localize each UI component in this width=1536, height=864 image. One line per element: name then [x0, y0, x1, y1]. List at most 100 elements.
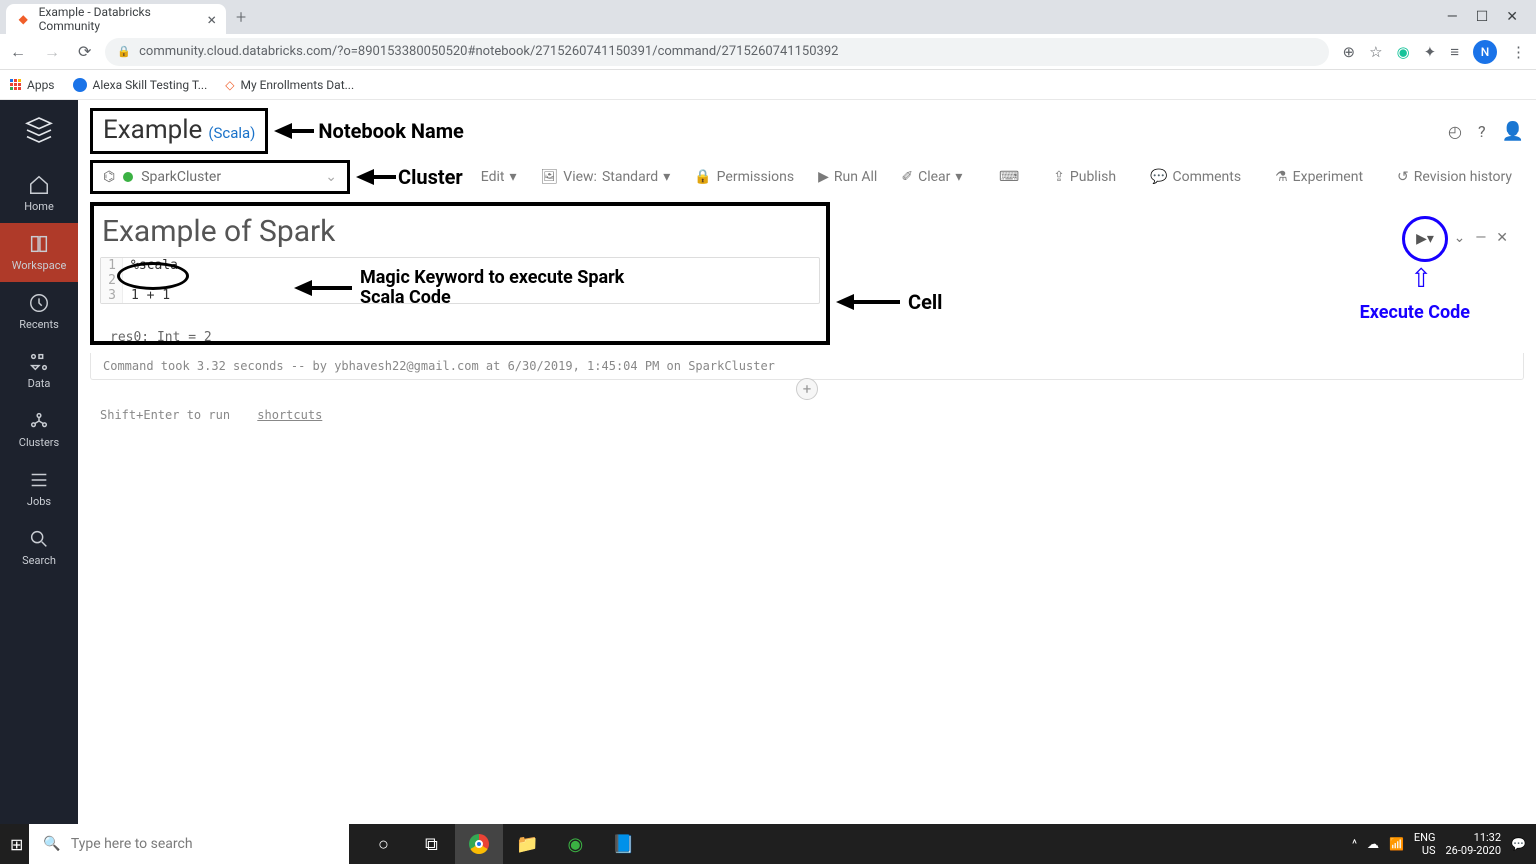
start-button[interactable]: ⊞ — [10, 835, 23, 854]
annotation-magic-keyword: Magic Keyword to execute Spark Scala Cod… — [360, 268, 640, 308]
notebook-title-box[interactable]: Example (Scala) — [90, 108, 268, 154]
comments-button[interactable]: 💬Comments — [1138, 169, 1253, 185]
sidebar-item-label: Recents — [19, 318, 59, 331]
annotation-cell: Cell — [908, 290, 942, 314]
minimize-cell-icon[interactable]: — — [1475, 230, 1486, 246]
line-number: 3 — [101, 288, 123, 303]
new-tab-button[interactable]: + — [236, 7, 246, 28]
annotation-cluster: Cluster — [398, 165, 463, 189]
cluster-tree-icon: ⌬ — [103, 169, 115, 185]
locale-label: US — [1414, 844, 1436, 857]
sidebar-item-jobs[interactable]: Jobs — [0, 459, 78, 518]
star-icon[interactable]: ☆ — [1369, 43, 1382, 61]
view-menu[interactable]: 🖼 View: Standard▾ — [529, 169, 683, 185]
bookmark-alexa[interactable]: Alexa Skill Testing T... — [73, 78, 208, 92]
experiment-button[interactable]: ⚗ Experiment — [1263, 169, 1375, 185]
wifi-icon[interactable]: 📶 — [1389, 837, 1404, 851]
app-icon[interactable]: ◉ — [551, 824, 599, 864]
search-icon: 🔍 — [43, 836, 60, 852]
permissions-button[interactable]: 🔒 Permissions — [682, 169, 806, 185]
sidebar: Home Workspace Recents Data Clusters Job… — [0, 100, 78, 864]
run-hint: Shift+Enter to run — [100, 408, 230, 422]
run-all-button[interactable]: ▶ Run All — [806, 169, 889, 185]
bookmark-icon — [73, 78, 87, 92]
file-explorer-icon[interactable]: 📁 — [503, 824, 551, 864]
clear-menu[interactable]: ✐ Clear▾ — [889, 169, 974, 185]
add-cell-button[interactable]: + — [796, 378, 818, 400]
bookmark-enroll[interactable]: ◇ My Enrollments Dat... — [225, 78, 354, 92]
task-view-icon[interactable]: ⧉ — [407, 824, 455, 864]
sidebar-item-workspace[interactable]: Workspace — [0, 223, 78, 282]
back-icon[interactable]: ← — [10, 42, 26, 62]
cell- is-heading: Example of Spark — [100, 210, 820, 257]
url-field[interactable]: 🔒 community.cloud.databricks.com/?o=8901… — [105, 38, 1328, 66]
notebook-language: (Scala) — [208, 124, 255, 142]
close-window-icon[interactable]: ✕ — [1506, 9, 1518, 25]
grammarly-icon[interactable]: ◉ — [1397, 43, 1410, 61]
time-label: 11:32 — [1446, 831, 1502, 844]
site-favicon-icon: ◆ — [16, 11, 31, 27]
databricks-logo-icon[interactable] — [23, 114, 55, 150]
sidebar-item-recents[interactable]: Recents — [0, 282, 78, 341]
extensions-icon[interactable]: ✦ — [1424, 43, 1437, 61]
cortana-icon[interactable]: ○ — [359, 824, 407, 864]
tray-lang[interactable]: ENG US — [1414, 831, 1436, 857]
notifications-icon[interactable]: 💬 — [1511, 837, 1526, 851]
url-text: community.cloud.databricks.com/?o=890153… — [139, 44, 838, 59]
tray-chevron-up-icon[interactable]: ^ — [1352, 837, 1357, 851]
comments-label: Comments — [1172, 169, 1241, 185]
menu-icon[interactable]: ⋮ — [1511, 43, 1526, 61]
sidebar-item-clusters[interactable]: Clusters — [0, 400, 78, 459]
chrome-icon[interactable] — [455, 824, 503, 864]
edit-menu[interactable]: Edit▾ — [469, 169, 529, 185]
cluster-selector[interactable]: ⌬ SparkCluster ⌄ — [90, 160, 350, 194]
forward-icon[interactable]: → — [44, 42, 60, 62]
sidebar-item-label: Jobs — [27, 495, 51, 508]
reading-list-icon[interactable]: ≡ — [1450, 43, 1459, 61]
keyboard-icon[interactable]: ⌨ — [987, 169, 1031, 185]
eraser-icon: ✐ — [901, 169, 913, 185]
notepad-icon[interactable]: 📘 — [599, 824, 647, 864]
annotation-oval-icon — [117, 262, 189, 290]
sidebar-item-search[interactable]: Search — [0, 518, 78, 577]
publish-button[interactable]: ⇪Publish — [1041, 169, 1128, 185]
run-cell-button[interactable]: ▶▾ — [1402, 216, 1448, 262]
close-cell-icon[interactable]: ✕ — [1496, 230, 1508, 246]
minimize-icon[interactable]: — — [1447, 9, 1458, 25]
taskbar-search[interactable]: 🔍 Type here to search — [29, 824, 349, 864]
window-controls: — ☐ ✕ — [1435, 9, 1530, 25]
bookmark-icon: ◇ — [225, 78, 234, 92]
search-placeholder: Type here to search — [71, 836, 193, 852]
experiment-label: Experiment — [1293, 169, 1363, 185]
cell-result-meta: Command took 3.32 seconds -- by ybhavesh… — [90, 353, 1524, 380]
annotation-arrow-icon — [274, 123, 314, 139]
schedule-icon[interactable]: ◴ — [1448, 122, 1462, 141]
flask-icon: ⚗ — [1275, 169, 1288, 185]
bookmark-apps[interactable]: Apps — [10, 78, 55, 92]
chevron-down-icon: ⌄ — [325, 169, 337, 185]
image-icon: 🖼 — [541, 169, 559, 185]
chevron-down-icon[interactable]: ⌄ — [1454, 230, 1466, 246]
close-tab-icon[interactable]: × — [207, 10, 216, 29]
sidebar-item-label: Search — [22, 554, 56, 567]
code-text: 1 + 1 — [123, 288, 170, 303]
clear-label: Clear — [918, 169, 950, 185]
bookmark-apps-label: Apps — [27, 78, 55, 92]
maximize-icon[interactable]: ☐ — [1476, 9, 1489, 25]
tray-clock[interactable]: 11:32 26-09-2020 — [1446, 831, 1502, 857]
reload-icon[interactable]: ⟳ — [78, 42, 91, 61]
onedrive-icon[interactable]: ☁ — [1367, 837, 1379, 851]
tab-bar: ◆ Example - Databricks Community × + — ☐… — [0, 0, 1536, 34]
profile-avatar[interactable]: N — [1473, 40, 1497, 64]
user-icon[interactable]: 👤 — [1502, 121, 1524, 142]
shortcuts-link[interactable]: shortcuts — [257, 408, 322, 422]
help-icon[interactable]: ? — [1478, 122, 1486, 141]
bookmarks-bar: Apps Alexa Skill Testing T... ◇ My Enrol… — [0, 70, 1536, 100]
sidebar-item-home[interactable]: Home — [0, 164, 78, 223]
annotation-execute-code: Execute Code — [1360, 302, 1470, 323]
zoom-icon[interactable]: ⊕ — [1343, 43, 1356, 61]
sidebar-item-data[interactable]: Data — [0, 341, 78, 400]
annotation-arrow-icon — [294, 280, 352, 296]
revision-history-button[interactable]: ↺Revision history — [1385, 169, 1524, 185]
browser-tab[interactable]: ◆ Example - Databricks Community × — [6, 4, 226, 34]
